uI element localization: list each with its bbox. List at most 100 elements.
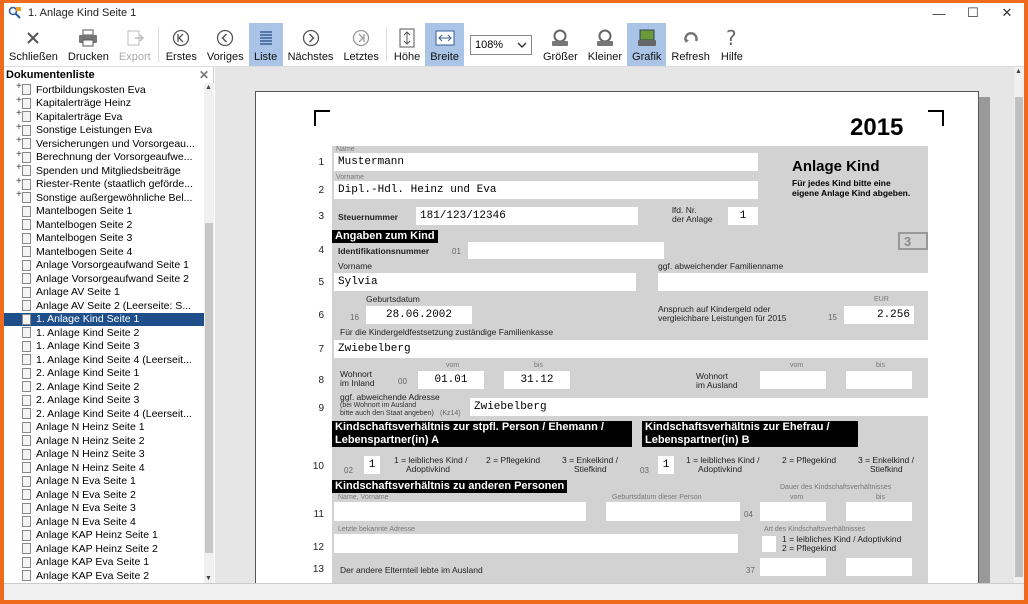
export-button[interactable]: Export [114, 23, 156, 66]
document-list-item[interactable]: Spenden und Mitgliedsbeiträge [4, 164, 204, 178]
previous-button[interactable]: Voriges [202, 23, 249, 66]
scroll-up-icon[interactable]: ▲ [1015, 68, 1022, 75]
ausland-bis-field[interactable] [846, 371, 912, 389]
document-list-item[interactable]: Anlage N Heinz Seite 4 [4, 461, 204, 475]
document-list-item[interactable]: 2. Anlage Kind Seite 3 [4, 394, 204, 408]
elternteil-bis-field[interactable] [846, 558, 912, 576]
document-list-item[interactable]: Mantelbogen Seite 3 [4, 232, 204, 246]
document-list-item[interactable]: Kapitalerträge Eva [4, 110, 204, 124]
ausland-vom-field[interactable] [760, 371, 826, 389]
andere-name-field[interactable] [334, 502, 586, 521]
kindergeld-field[interactable]: 2.256 [844, 306, 914, 324]
minimize-button[interactable]: — [922, 3, 956, 23]
familienkasse-field[interactable]: Zwiebelberg [334, 340, 928, 358]
document-list-item[interactable]: 1. Anlage Kind Seite 3 [4, 340, 204, 354]
document-list-item[interactable]: Anlage AV Seite 2 (Leerseite: S... [4, 299, 204, 313]
document-scroll-thumb[interactable] [1015, 97, 1023, 577]
document-list-item[interactable]: 1. Anlage Kind Seite 4 (Leerseit... [4, 353, 204, 367]
document-list-item[interactable]: 2. Anlage Kind Seite 4 (Leerseit... [4, 407, 204, 421]
document-list-item[interactable]: Mantelbogen Seite 1 [4, 205, 204, 219]
document-list-item[interactable]: Sonstige außergewöhnliche Bel... [4, 191, 204, 205]
list-button[interactable]: Liste [248, 23, 283, 66]
abw-adresse-field[interactable]: Zwiebelberg [470, 398, 928, 416]
art-field[interactable] [762, 536, 776, 552]
lfd-nr-field[interactable]: 1 [728, 207, 758, 225]
document-list-item-label: Mantelbogen Seite 1 [36, 205, 133, 218]
first-button[interactable]: Erstes [161, 23, 202, 66]
document-icon [16, 83, 31, 96]
andere-vom-field[interactable] [760, 502, 826, 521]
document-icon [22, 273, 31, 285]
document-list-item[interactable]: Anlage N Eva Seite 4 [4, 515, 204, 529]
steuernummer-field[interactable]: 181/123/12346 [416, 207, 638, 225]
sidebar-scrollbar[interactable]: ▲ ▼ [204, 83, 214, 583]
document-list-item[interactable]: Anlage N Heinz Seite 2 [4, 434, 204, 448]
document-list-item[interactable]: Riester-Rente (staatlich geförde... [4, 178, 204, 192]
fit-height-button[interactable]: Höhe [389, 23, 425, 66]
scroll-down-icon[interactable]: ▼ [205, 575, 212, 582]
close-window-button[interactable]: ✕ [990, 3, 1024, 23]
document-list-item[interactable]: 2. Anlage Kind Seite 2 [4, 380, 204, 394]
document-list-item[interactable]: 1. Anlage Kind Seite 1 [4, 312, 204, 326]
maximize-button[interactable]: ☐ [956, 3, 990, 23]
close-panel-icon[interactable]: ✕ [199, 68, 209, 82]
abw-familienname-field[interactable] [658, 273, 928, 291]
geburtsdatum-field[interactable]: 28.06.2002 [366, 306, 472, 324]
document-list-item[interactable]: Anlage KAP Heinz Seite 1 [4, 529, 204, 543]
document-list-item-label: Kapitalerträge Eva [36, 110, 123, 123]
document-list-item[interactable]: Sonstige Leistungen Eva [4, 124, 204, 138]
fit-width-button[interactable]: Breite [425, 23, 464, 66]
andere-geburtsdatum-field[interactable] [606, 502, 740, 521]
andere-bis-field[interactable] [846, 502, 912, 521]
document-list-item[interactable]: Mantelbogen Seite 2 [4, 218, 204, 232]
document-list-item[interactable]: Anlage KAP Eva Seite 2 [4, 569, 204, 583]
document-list-item[interactable]: 1. Anlage Kind Seite 2 [4, 326, 204, 340]
document-list-item[interactable]: Versicherungen und Vorsorgeau... [4, 137, 204, 151]
next-button[interactable]: Nächstes [283, 23, 339, 66]
vorname-field[interactable]: Dipl.-Hdl. Heinz und Eva [334, 181, 758, 199]
document-list-item[interactable]: 2. Anlage Kind Seite 1 [4, 367, 204, 381]
document-list-item[interactable]: Anlage KAP Heinz Seite 2 [4, 542, 204, 556]
line-number: 2 [318, 185, 324, 196]
document-list-item[interactable]: Anlage Vorsorgeaufwand Seite 1 [4, 259, 204, 273]
print-button[interactable]: Drucken [63, 23, 114, 66]
zoom-out-button[interactable]: Kleiner [583, 23, 627, 66]
document-list-item[interactable]: Anlage Vorsorgeaufwand Seite 2 [4, 272, 204, 286]
option-label: 2 = Pflegekind [486, 455, 541, 465]
refresh-button[interactable]: Refresh [666, 23, 715, 66]
document-list-item[interactable]: Mantelbogen Seite 4 [4, 245, 204, 259]
document-list-item[interactable]: Berechnung der Vorsorgeaufwe... [4, 151, 204, 165]
letzte-adresse-field[interactable] [334, 534, 738, 553]
help-button[interactable]: ? Hilfe [715, 23, 749, 66]
last-button[interactable]: Letztes [338, 23, 383, 66]
graphic-button[interactable]: Grafik [627, 23, 667, 66]
zoom-select[interactable]: 108% [464, 23, 538, 66]
idnr-field[interactable] [468, 242, 664, 259]
close-button[interactable]: Schließen [4, 23, 63, 66]
wohnort-bis-field[interactable]: 31.12 [504, 371, 570, 389]
sidebar-scroll-thumb[interactable] [205, 223, 213, 553]
document-list-item[interactable]: Anlage N Eva Seite 3 [4, 502, 204, 516]
toolbar-separator [157, 27, 159, 62]
document-icon [22, 354, 31, 366]
document-list-item[interactable]: Fortbildungskosten Eva [4, 83, 204, 97]
kindschaft-b-field[interactable]: 1 [658, 456, 674, 474]
document-list-item[interactable]: Anlage N Eva Seite 1 [4, 475, 204, 489]
name-label: Name [336, 146, 355, 153]
document-list-item[interactable]: Kapitalerträge Heinz [4, 97, 204, 111]
document-list-item[interactable]: Anlage N Heinz Seite 3 [4, 448, 204, 462]
kind-vorname-field[interactable]: Sylvia [334, 273, 636, 291]
vom-label: vom [790, 362, 804, 369]
document-list-item[interactable]: Anlage N Eva Seite 2 [4, 488, 204, 502]
elternteil-vom-field[interactable] [760, 558, 826, 576]
wohnort-vom-field[interactable]: 01.01 [418, 371, 484, 389]
name-field[interactable]: Mustermann [334, 153, 758, 171]
document-list-item[interactable]: Anlage KAP Eva Seite 1 [4, 556, 204, 570]
document-list-item[interactable]: Anlage N Heinz Seite 1 [4, 421, 204, 435]
zoom-in-icon [548, 27, 572, 49]
document-scrollbar[interactable]: ▲ [1014, 67, 1024, 583]
kindschaft-a-field[interactable]: 1 [364, 456, 380, 474]
document-list-item[interactable]: Anlage AV Seite 1 [4, 286, 204, 300]
zoom-in-button[interactable]: Größer [538, 23, 583, 66]
scroll-up-icon[interactable]: ▲ [205, 84, 212, 91]
